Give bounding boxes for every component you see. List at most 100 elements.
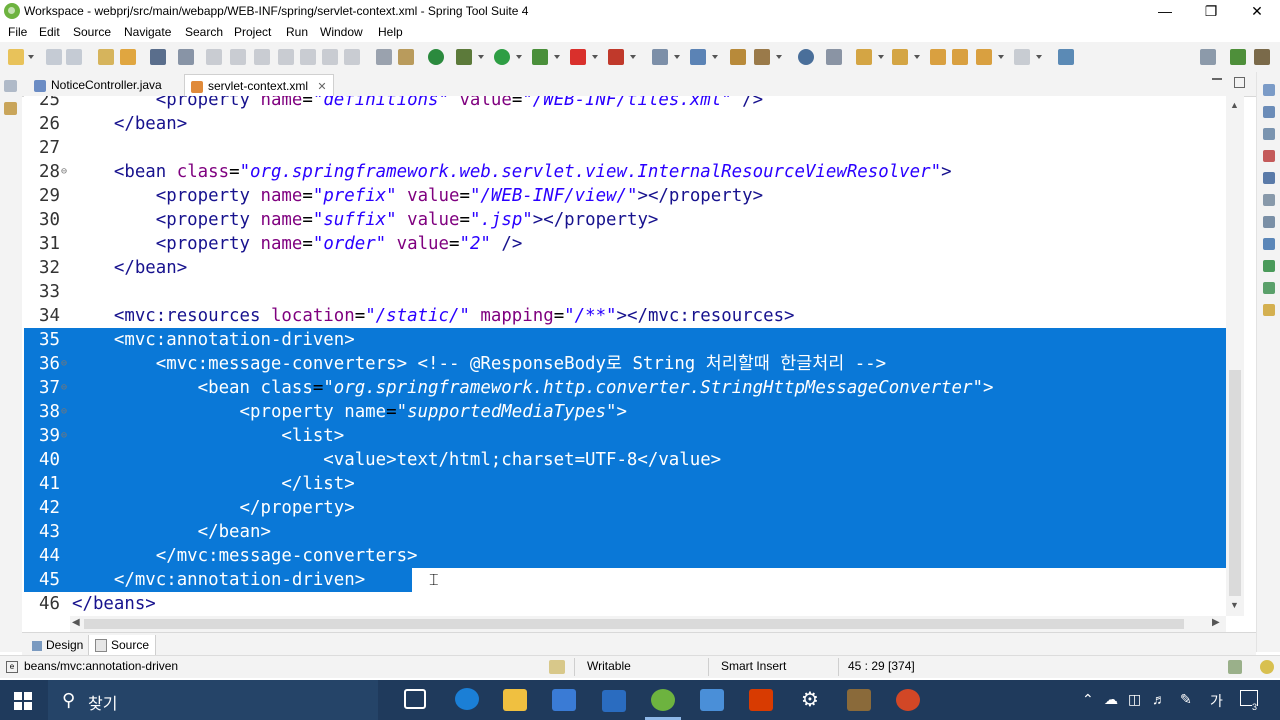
problems-icon[interactable] bbox=[1263, 150, 1275, 162]
code-line[interactable]: 25 <property name="definitions" value="/… bbox=[24, 96, 1226, 112]
spring-perspective-icon[interactable] bbox=[1230, 49, 1246, 65]
status-insert-mode[interactable]: Smart Insert bbox=[721, 659, 786, 673]
windows-start-icon[interactable] bbox=[14, 692, 32, 710]
chevron-down-icon[interactable] bbox=[1036, 55, 1042, 59]
terminate-icon[interactable] bbox=[254, 49, 270, 65]
tab-source[interactable]: Source bbox=[88, 635, 157, 656]
new-class-icon[interactable] bbox=[690, 49, 706, 65]
code-line[interactable]: 45 </mvc:annotation-driven> bbox=[24, 568, 1226, 592]
step-return-icon[interactable] bbox=[344, 49, 360, 65]
mail-icon[interactable] bbox=[602, 690, 626, 712]
minimize-editor-icon[interactable] bbox=[1212, 78, 1222, 80]
bookmarks-icon[interactable] bbox=[1263, 304, 1275, 316]
next-annotation-icon[interactable] bbox=[856, 49, 872, 65]
code-line[interactable]: 37 ⊖ <bean class="org.springframework.htt… bbox=[24, 376, 1226, 400]
resume-icon[interactable] bbox=[206, 49, 222, 65]
tab-design[interactable]: Design bbox=[28, 635, 87, 655]
menu-run[interactable]: Run bbox=[286, 25, 308, 39]
office-icon[interactable] bbox=[749, 689, 773, 711]
fold-toggle-icon[interactable]: ⊖ bbox=[61, 376, 67, 400]
open-task-icon[interactable] bbox=[120, 49, 136, 65]
code-line[interactable]: 33 bbox=[24, 280, 1226, 304]
console-view-icon[interactable] bbox=[1263, 172, 1275, 184]
open-folder-icon[interactable] bbox=[730, 49, 746, 65]
maximize-editor-icon[interactable] bbox=[1234, 77, 1245, 88]
forward-arrow-icon[interactable] bbox=[1014, 49, 1030, 65]
code-line[interactable]: 30 <property name="suffix" value=".jsp">… bbox=[24, 208, 1226, 232]
code-line[interactable]: 26 </bean> bbox=[24, 112, 1226, 136]
chevron-down-icon[interactable] bbox=[478, 55, 484, 59]
disconnect-icon[interactable] bbox=[278, 49, 294, 65]
code-line[interactable]: 42 </property> bbox=[24, 496, 1226, 520]
fold-toggle-icon[interactable]: ⊖ bbox=[61, 424, 67, 448]
scroll-down-icon[interactable]: ▼ bbox=[1230, 600, 1239, 610]
step-over-icon[interactable] bbox=[322, 49, 338, 65]
code-line[interactable]: 28 ⊖ <bean class="org.springframework.web… bbox=[24, 160, 1226, 184]
file-explorer-icon[interactable] bbox=[503, 689, 527, 711]
code-line[interactable]: 38 ⊖ <property name="supportedMediaTypes"… bbox=[24, 400, 1226, 424]
relaunch-icon[interactable] bbox=[608, 49, 624, 65]
chevron-down-icon[interactable] bbox=[28, 55, 34, 59]
chevron-down-icon[interactable] bbox=[712, 55, 718, 59]
search-tool-icon[interactable] bbox=[754, 49, 770, 65]
debug-icon[interactable] bbox=[456, 49, 472, 65]
close-button[interactable]: ✕ bbox=[1234, 0, 1280, 22]
tab-notice-controller[interactable]: NoticeController.java bbox=[26, 74, 170, 96]
tips-icon[interactable] bbox=[1260, 660, 1274, 674]
stop-icon[interactable] bbox=[570, 49, 586, 65]
close-tab-icon[interactable]: ✕ bbox=[317, 81, 326, 93]
menu-file[interactable]: File bbox=[8, 25, 27, 39]
globe-icon[interactable] bbox=[798, 49, 814, 65]
code-line[interactable]: 27 bbox=[24, 136, 1226, 160]
restore-view-icon[interactable] bbox=[4, 80, 17, 92]
scroll-left-icon[interactable]: ◀ bbox=[72, 617, 80, 628]
java-perspective-icon[interactable] bbox=[1254, 49, 1270, 65]
menu-source[interactable]: Source bbox=[73, 25, 111, 39]
chevron-down-icon[interactable] bbox=[914, 55, 920, 59]
menu-search[interactable]: Search bbox=[185, 25, 223, 39]
menu-project[interactable]: Project bbox=[234, 25, 271, 39]
menu-navigate[interactable]: Navigate bbox=[124, 25, 171, 39]
perspective-icon[interactable] bbox=[1200, 49, 1216, 65]
menu-window[interactable]: Window bbox=[320, 25, 363, 39]
task-view-icon[interactable] bbox=[404, 689, 426, 709]
chevron-down-icon[interactable] bbox=[998, 55, 1004, 59]
chevron-up-icon[interactable]: ⌃ bbox=[1082, 691, 1094, 708]
run-external-icon[interactable] bbox=[532, 49, 548, 65]
code-line[interactable]: 40 <value>text/html;charset=UTF-8</value… bbox=[24, 448, 1226, 472]
volume-icon[interactable]: ♬ bbox=[1152, 691, 1166, 707]
menu-help[interactable]: Help bbox=[378, 25, 403, 39]
menu-edit[interactable]: Edit bbox=[39, 25, 60, 39]
terminal-icon[interactable] bbox=[1263, 282, 1275, 294]
progress-view-icon[interactable] bbox=[1228, 660, 1242, 674]
vertical-scroll-thumb[interactable] bbox=[1229, 370, 1241, 596]
hierarchy-icon[interactable] bbox=[1263, 106, 1275, 118]
servers-icon[interactable] bbox=[1263, 260, 1275, 272]
chevron-down-icon[interactable] bbox=[776, 55, 782, 59]
format-icon[interactable] bbox=[376, 49, 392, 65]
remote-desktop-icon[interactable] bbox=[700, 689, 724, 711]
chevron-down-icon[interactable] bbox=[554, 55, 560, 59]
chevron-down-icon[interactable] bbox=[592, 55, 598, 59]
toggle-mark-icon[interactable] bbox=[826, 49, 842, 65]
tasks-icon[interactable] bbox=[1263, 128, 1275, 140]
horizontal-scroll-thumb[interactable] bbox=[84, 619, 1184, 629]
save-icon[interactable] bbox=[46, 49, 62, 65]
fold-toggle-icon[interactable]: ⊖ bbox=[61, 160, 67, 184]
ime-indicator[interactable]: 가 bbox=[1210, 691, 1223, 711]
spring-tool-suite-icon[interactable] bbox=[651, 689, 675, 711]
console-icon[interactable] bbox=[150, 49, 166, 65]
code-line[interactable]: 35 <mvc:annotation-driven> bbox=[24, 328, 1226, 352]
scroll-up-icon[interactable]: ▲ bbox=[1230, 100, 1239, 110]
suspend-icon[interactable] bbox=[230, 49, 246, 65]
scroll-right-icon[interactable]: ▶ bbox=[1212, 617, 1220, 628]
chevron-down-icon[interactable] bbox=[878, 55, 884, 59]
pin-editor-icon[interactable] bbox=[1058, 49, 1074, 65]
declaration-icon[interactable] bbox=[1263, 238, 1275, 250]
javadoc-icon[interactable] bbox=[1263, 216, 1275, 228]
chevron-down-icon[interactable] bbox=[674, 55, 680, 59]
fold-toggle-icon[interactable]: ⊖ bbox=[61, 400, 67, 424]
code-line[interactable]: 41 </list> bbox=[24, 472, 1226, 496]
chevron-down-icon[interactable] bbox=[630, 55, 636, 59]
save-all-icon[interactable] bbox=[66, 49, 82, 65]
